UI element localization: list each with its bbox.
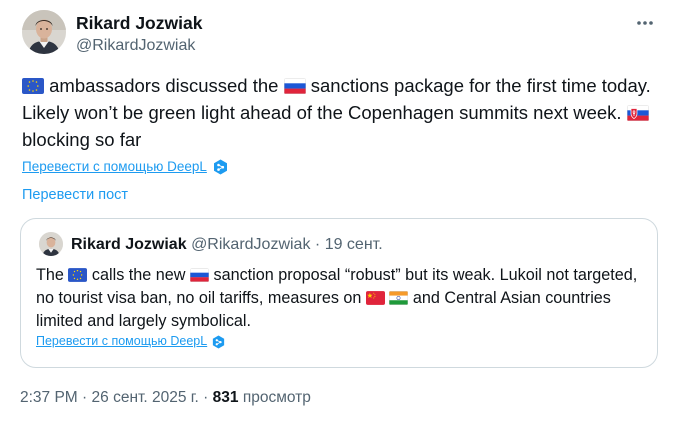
author-avatar[interactable] [22,10,66,54]
author-handle[interactable]: @RikardJozwiak [76,35,202,57]
eu-flag-icon [68,268,88,282]
translate-deepl-label[interactable]: Перевести с помощью DeepL [22,158,207,176]
quoted-author-handle: @RikardJozwiak [191,236,311,253]
quoted-text-segment: The [36,266,69,284]
quoted-text-segment: calls the new [87,266,190,284]
russia-flag-icon [189,268,209,282]
quoted-author-name: Rikard Jozwiak [71,236,187,253]
views-count[interactable]: 831 [213,389,239,406]
quoted-author-avatar [39,232,63,256]
tweet-date[interactable]: 26 сент. 2025 г. [92,389,199,406]
tweet-text-segment: blocking so far [22,129,142,150]
meta-separator: · [203,389,209,406]
russia-flag-icon [283,78,306,94]
meta-separator: · [82,389,88,406]
author-info: Rikard Jozwiak @RikardJozwiak [76,12,202,57]
quoted-translate-label[interactable]: Перевести с помощью DeepL [36,333,207,350]
china-flag-icon [365,291,385,305]
tweet-time[interactable]: 2:37 PM [20,389,78,406]
translate-post-link[interactable]: Перевести пост [22,185,128,205]
quoted-tweet-text: The calls the new sanction proposal “rob… [36,264,646,333]
tweet-meta: 2:37 PM · 26 сент. 2025 г. · 831 просмот… [20,388,311,408]
quoted-tweet-header: Rikard Jozwiak @RikardJozwiak · 19 сент. [71,235,383,255]
deepl-icon [213,335,225,348]
translate-deepl-link[interactable]: Перевести с помощью DeepL [22,158,228,176]
author-name[interactable]: Rikard Jozwiak [76,12,202,34]
slovakia-flag-icon [626,105,649,121]
tweet-post: Rikard Jozwiak @RikardJozwiak ambassador… [0,0,680,425]
quoted-translate-deepl-link[interactable]: Перевести с помощью DeepL [36,333,225,350]
views-label: просмотр [242,389,311,406]
deepl-icon [213,159,227,175]
quoted-separator: · [314,236,321,253]
quoted-date: 19 сент. [324,236,383,253]
tweet-text: ambassadors discussed the sanctions pack… [22,72,662,153]
more-dots-icon [637,21,653,25]
eu-flag-icon [22,78,44,94]
india-flag-icon [389,291,409,305]
tweet-text-segment: ambassadors discussed the [44,75,284,96]
quoted-tweet[interactable]: Rikard Jozwiak @RikardJozwiak · 19 сент.… [20,218,658,368]
more-options-button[interactable] [634,12,656,34]
